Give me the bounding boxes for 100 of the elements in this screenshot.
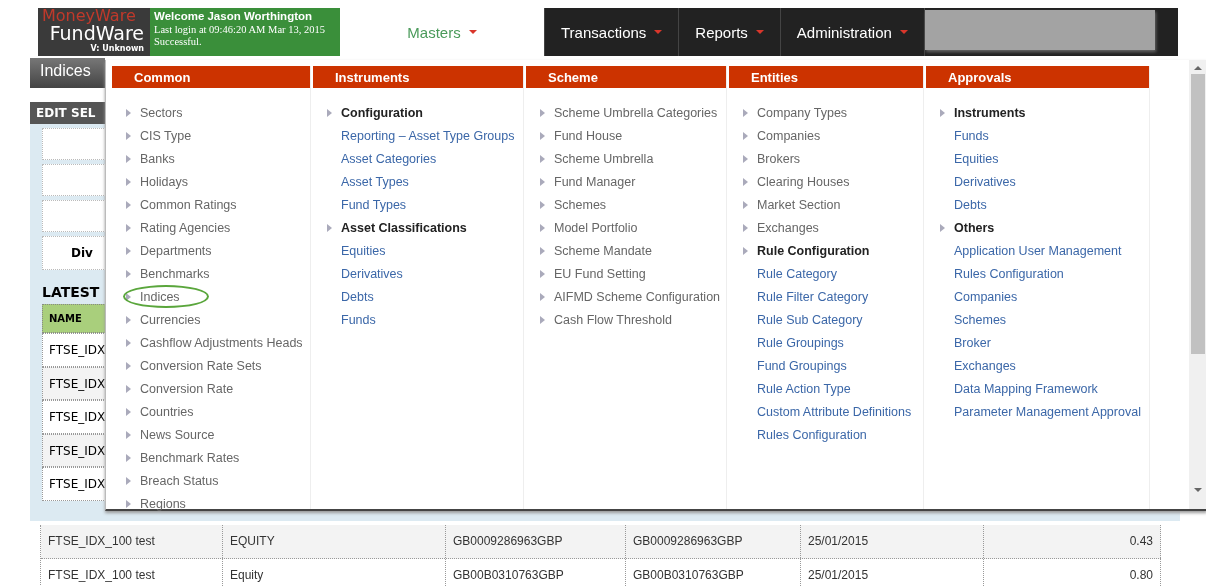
menu-item[interactable]: Data Mapping Framework bbox=[954, 381, 1098, 396]
menu-item[interactable]: Indices bbox=[140, 289, 180, 304]
triangle-icon bbox=[327, 108, 332, 117]
menu-item[interactable]: Conversion Rate bbox=[140, 381, 234, 396]
triangle-icon bbox=[540, 292, 545, 301]
menu-item[interactable]: Holidays bbox=[140, 174, 188, 189]
login-status: Successful. bbox=[154, 36, 203, 49]
menu-item[interactable]: Configuration bbox=[341, 105, 423, 120]
list-title: LATEST bbox=[42, 284, 100, 300]
menu-item[interactable]: Asset Classifications bbox=[341, 220, 467, 235]
logo-text: MoneyWare bbox=[41, 8, 136, 24]
menu-item[interactable]: Common Ratings bbox=[140, 197, 237, 212]
menu-item[interactable]: Fund Groupings bbox=[757, 358, 847, 373]
menu-item[interactable]: Banks bbox=[140, 151, 175, 166]
scroll-thumb[interactable] bbox=[1191, 74, 1205, 354]
menu-item[interactable]: Rule Configuration bbox=[757, 243, 870, 258]
menu-item[interactable]: Instruments bbox=[954, 105, 1026, 120]
triangle-icon bbox=[126, 315, 131, 324]
menu-item[interactable]: Others bbox=[954, 220, 995, 235]
nav-tab[interactable]: Masters bbox=[340, 8, 545, 56]
menu-item[interactable]: Debts bbox=[341, 289, 374, 304]
menu-item[interactable]: Scheme Mandate bbox=[554, 243, 652, 258]
table-cell: EQUITY bbox=[223, 525, 446, 558]
triangle-icon bbox=[540, 315, 545, 324]
menu-item[interactable]: Brokers bbox=[757, 151, 801, 166]
scrollbar[interactable] bbox=[1189, 60, 1206, 509]
menu-item[interactable]: Asset Categories bbox=[341, 151, 437, 166]
menu-column-header: Scheme bbox=[526, 66, 726, 88]
triangle-icon bbox=[126, 338, 131, 347]
menu-item[interactable]: Rule Filter Category bbox=[757, 289, 869, 304]
last-login-text: Last login at 09:46:20 AM Mar 13, 2015 bbox=[154, 23, 326, 37]
logo-text: FundWare bbox=[49, 24, 144, 43]
menu-item[interactable]: AIFMD Scheme Configuration bbox=[554, 289, 721, 304]
caret-icon bbox=[899, 30, 908, 34]
menu-item[interactable]: Derivatives bbox=[341, 266, 403, 281]
triangle-icon bbox=[540, 177, 545, 186]
menu-item[interactable]: Rule Groupings bbox=[757, 335, 844, 350]
triangle-icon bbox=[126, 361, 131, 370]
menu-item[interactable]: Companies bbox=[757, 128, 821, 143]
menu-item[interactable]: Parameter Management Approval bbox=[954, 404, 1141, 419]
menu-item[interactable]: Rule Category bbox=[757, 266, 837, 281]
menu-item[interactable]: Cash Flow Threshold bbox=[554, 312, 672, 327]
menu-item[interactable]: Clearing Houses bbox=[757, 174, 850, 189]
menu-item[interactable]: Rules Configuration bbox=[757, 427, 867, 442]
menu-item[interactable]: Application User Management bbox=[954, 243, 1122, 258]
menu-item[interactable]: Reporting – Asset Type Groups bbox=[341, 128, 515, 143]
menu-item[interactable]: Fund Manager bbox=[554, 174, 636, 189]
menu-item[interactable]: Funds bbox=[341, 312, 376, 327]
menu-item[interactable]: Scheme Umbrella Categories bbox=[554, 105, 718, 120]
menu-item[interactable]: Currencies bbox=[140, 312, 201, 327]
menu-item[interactable]: Companies bbox=[954, 289, 1018, 304]
menu-item[interactable]: Market Section bbox=[757, 197, 841, 212]
triangle-icon bbox=[126, 223, 131, 232]
menu-item[interactable]: Rules Configuration bbox=[954, 266, 1064, 281]
welcome-title: Welcome Jason Worthington bbox=[154, 10, 314, 24]
menu-item[interactable]: Fund House bbox=[554, 128, 623, 143]
menu-item[interactable]: Rating Agencies bbox=[140, 220, 231, 235]
triangle-icon bbox=[743, 154, 748, 163]
menu-item[interactable]: Asset Types bbox=[341, 174, 409, 189]
menu-item[interactable]: Schemes bbox=[954, 312, 1007, 327]
table-cell: GB0009286963GBP bbox=[626, 525, 801, 558]
menu-item[interactable]: EU Fund Setting bbox=[554, 266, 646, 281]
menu-item[interactable]: CIS Type bbox=[140, 128, 192, 143]
scroll-up-icon[interactable] bbox=[1194, 66, 1202, 70]
menu-item[interactable]: Funds bbox=[954, 128, 989, 143]
table-cell: 0.43 bbox=[984, 525, 1161, 558]
triangle-icon bbox=[126, 246, 131, 255]
menu-item[interactable]: Benchmark Rates bbox=[140, 450, 240, 465]
triangle-icon bbox=[126, 407, 131, 416]
menu-item[interactable]: Fund Types bbox=[341, 197, 407, 212]
menu-item[interactable]: Custom Attribute Definitions bbox=[757, 404, 912, 419]
table-cell: 25/01/2015 bbox=[801, 525, 984, 558]
menu-item[interactable]: Rule Action Type bbox=[757, 381, 851, 396]
menu-column-header: Instruments bbox=[313, 66, 523, 88]
menu-item[interactable]: Breach Status bbox=[140, 473, 219, 488]
menu-item[interactable]: Schemes bbox=[554, 197, 607, 212]
triangle-icon bbox=[743, 177, 748, 186]
menu-item[interactable]: Company Types bbox=[757, 105, 848, 120]
menu-item[interactable]: Scheme Umbrella bbox=[554, 151, 654, 166]
menu-item[interactable]: Countries bbox=[140, 404, 194, 419]
menu-item[interactable]: Rule Sub Category bbox=[757, 312, 863, 327]
menu-item[interactable]: Exchanges bbox=[757, 220, 819, 235]
table-cell: GB00B0310763GBP bbox=[626, 559, 801, 586]
triangle-icon bbox=[940, 108, 945, 117]
menu-item[interactable]: Model Portfolio bbox=[554, 220, 638, 235]
menu-item[interactable]: Broker bbox=[954, 335, 991, 350]
triangle-icon bbox=[540, 223, 545, 232]
menu-item[interactable]: Debts bbox=[954, 197, 987, 212]
menu-item[interactable]: Equities bbox=[341, 243, 386, 258]
page-tab[interactable]: Indices bbox=[30, 58, 105, 88]
menu-item[interactable]: Derivatives bbox=[954, 174, 1016, 189]
menu-item[interactable]: Equities bbox=[954, 151, 999, 166]
triangle-icon bbox=[540, 131, 545, 140]
menu-item[interactable]: Sectors bbox=[140, 105, 183, 120]
menu-item[interactable]: Exchanges bbox=[954, 358, 1016, 373]
scroll-down-icon[interactable] bbox=[1194, 488, 1202, 492]
triangle-icon bbox=[743, 223, 748, 232]
table-cell: GB00B0310763GBP bbox=[446, 559, 626, 586]
menu-item[interactable]: Departments bbox=[140, 243, 212, 258]
triangle-icon bbox=[126, 499, 131, 508]
